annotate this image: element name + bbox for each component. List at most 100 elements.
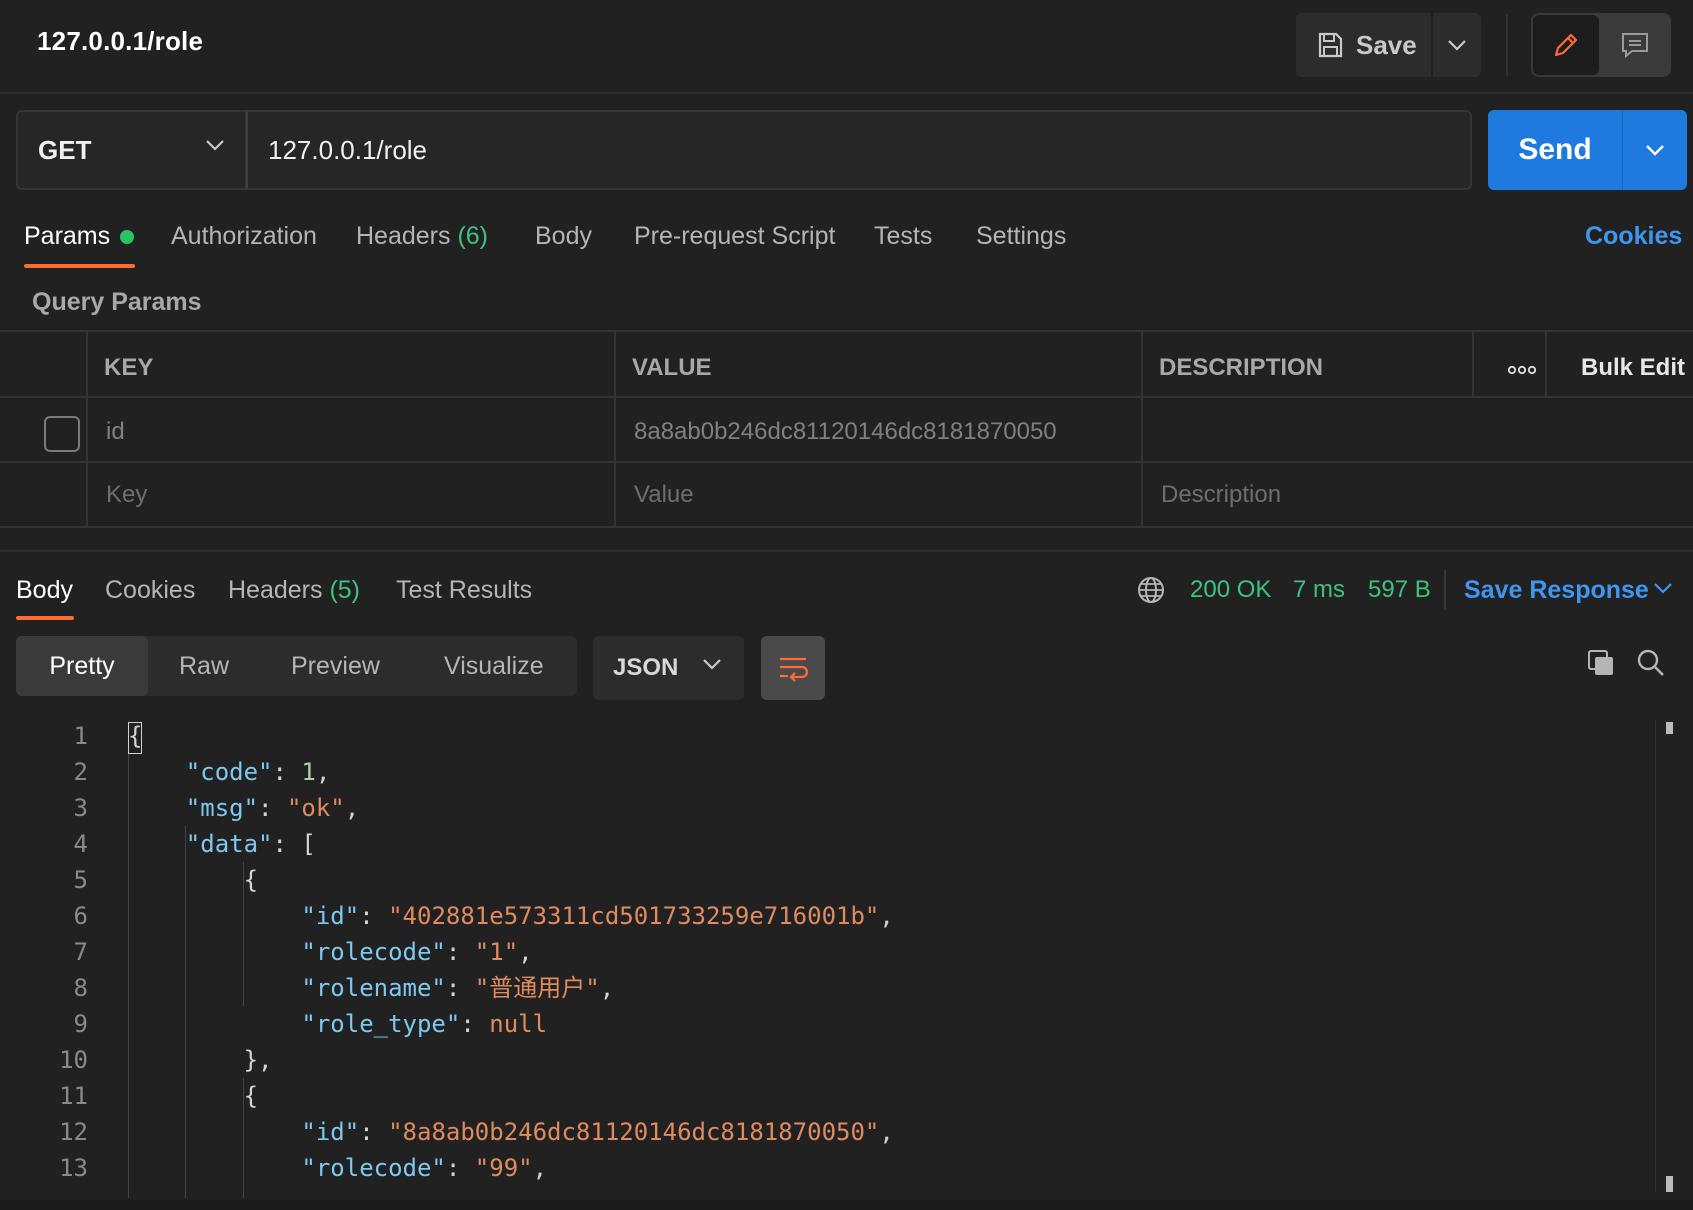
json-value-rolecode: "1": [474, 938, 519, 966]
table-header-border: [0, 396, 1693, 398]
response-tab-test-results[interactable]: Test Results: [396, 576, 532, 605]
comment-mode-button[interactable]: [1601, 15, 1669, 75]
scrollbar-marker: [1666, 1176, 1673, 1192]
code-line: 5 {: [0, 862, 1650, 898]
table-col-divider: [86, 330, 88, 527]
tab-pre-request-script[interactable]: Pre-request Script: [634, 222, 835, 251]
method-select[interactable]: GET: [16, 110, 247, 190]
code-line: 2 "code": 1,: [0, 754, 1650, 790]
method-label: GET: [38, 134, 92, 165]
tab-headers[interactable]: Headers (6): [356, 222, 488, 251]
chevron-down-icon[interactable]: [1653, 582, 1673, 594]
send-dropdown-button[interactable]: [1622, 110, 1687, 190]
line-number: 2: [73, 758, 88, 786]
save-label: Save: [1356, 29, 1417, 60]
table-bottom-border: [0, 526, 1693, 528]
new-description-input[interactable]: Description: [1161, 481, 1281, 509]
new-key-input[interactable]: Key: [106, 481, 147, 509]
scrollbar[interactable]: [1655, 720, 1673, 1192]
param-row-checkbox[interactable]: [44, 416, 80, 452]
send-label: Send: [1518, 133, 1592, 166]
tab-headers-label: Headers: [356, 222, 451, 250]
status-code[interactable]: 200 OK: [1190, 576, 1271, 604]
save-dropdown-button[interactable]: [1433, 13, 1481, 77]
chevron-down-icon: [205, 139, 225, 151]
column-header-value: VALUE: [632, 354, 712, 381]
send-button[interactable]: Send: [1488, 110, 1622, 190]
cookies-link[interactable]: Cookies: [1585, 222, 1682, 251]
save-icon: [1316, 31, 1344, 59]
view-mode-visualize[interactable]: Visualize: [444, 652, 544, 681]
code-line: 9 "role_type": null: [0, 1006, 1650, 1042]
tab-tests[interactable]: Tests: [874, 222, 932, 251]
copy-icon[interactable]: [1586, 648, 1616, 678]
save-response-button[interactable]: Save Response: [1464, 576, 1649, 605]
tab-authorization[interactable]: Authorization: [171, 222, 317, 251]
view-mode-pretty[interactable]: Pretty: [16, 636, 148, 696]
response-tab-cookies[interactable]: Cookies: [105, 576, 195, 605]
scrollbar-marker: [1666, 722, 1673, 734]
line-number: 8: [73, 974, 88, 1002]
table-top-border: [0, 330, 1693, 332]
column-header-key: KEY: [104, 354, 154, 381]
json-value-id: "402881e573311cd501733259e716001b": [388, 902, 880, 930]
globe-icon[interactable]: [1136, 575, 1166, 605]
code-line: 8 "rolename": "普通用户",: [0, 970, 1650, 1006]
line-number: 6: [73, 902, 88, 930]
response-tab-headers[interactable]: Headers (5): [228, 576, 360, 605]
tab-params-label: Params: [24, 222, 111, 250]
table-col-divider: [1472, 330, 1474, 397]
response-time[interactable]: 7 ms: [1293, 576, 1345, 604]
code-line: 10 },: [0, 1042, 1650, 1078]
header-separator: [0, 92, 1693, 94]
response-body-editor[interactable]: 1{ 2 "code": 1, 3 "msg": "ok", 4 "data":…: [0, 718, 1650, 1198]
wrap-lines-icon: [777, 654, 809, 682]
param-key-cell[interactable]: id: [106, 418, 125, 446]
format-label: JSON: [613, 654, 679, 681]
request-title[interactable]: 127.0.0.1/role: [37, 26, 203, 57]
save-button[interactable]: Save: [1296, 13, 1431, 77]
tab-body[interactable]: Body: [535, 222, 592, 251]
code-line: 13 "rolecode": "99",: [0, 1150, 1650, 1186]
comment-icon: [1620, 31, 1650, 59]
json-value-rolecode: "99": [474, 1154, 533, 1182]
table-col-divider: [1545, 330, 1547, 397]
chevron-down-icon: [1447, 39, 1467, 51]
line-number: 3: [73, 794, 88, 822]
code-line: 12 "id": "8a8ab0b246dc81120146dc81818700…: [0, 1114, 1650, 1150]
json-value-code: 1: [301, 758, 316, 786]
active-tab-indicator: [24, 264, 135, 268]
line-number: 5: [73, 866, 88, 894]
line-number: 9: [73, 1010, 88, 1038]
url-text: 127.0.0.1/role: [268, 134, 428, 165]
response-tab-headers-count: (5): [329, 576, 361, 604]
view-mode-raw[interactable]: Raw: [179, 652, 229, 681]
url-input[interactable]: 127.0.0.1/role: [246, 110, 1472, 190]
format-select[interactable]: JSON: [593, 636, 744, 700]
code-line: 11 {: [0, 1078, 1650, 1114]
status-divider: [1444, 570, 1446, 610]
wrap-lines-button[interactable]: [761, 636, 825, 700]
line-number: 10: [59, 1046, 88, 1074]
json-value-rolename: "普通用户": [474, 974, 600, 1002]
line-number: 12: [59, 1118, 88, 1146]
response-tab-body[interactable]: Body: [16, 576, 73, 605]
more-options-icon[interactable]: [1508, 364, 1536, 376]
param-value-cell[interactable]: 8a8ab0b246dc81120146dc8181870050: [634, 418, 1057, 446]
line-number: 4: [73, 830, 88, 858]
header-divider: [1506, 14, 1508, 76]
table-col-divider: [614, 330, 616, 527]
new-value-input[interactable]: Value: [634, 481, 694, 509]
edit-mode-button[interactable]: [1533, 15, 1599, 75]
tab-settings[interactable]: Settings: [976, 222, 1066, 251]
response-size[interactable]: 597 B: [1368, 576, 1431, 604]
view-mode-preview[interactable]: Preview: [291, 652, 380, 681]
search-icon[interactable]: [1636, 648, 1666, 678]
tab-headers-count: (6): [457, 222, 489, 250]
line-number: 13: [59, 1154, 88, 1182]
bulk-edit-button[interactable]: Bulk Edit: [1581, 354, 1685, 382]
tab-params[interactable]: Params: [24, 222, 135, 251]
table-col-divider: [1141, 330, 1143, 527]
json-value-id: "8a8ab0b246dc81120146dc8181870050": [388, 1118, 880, 1146]
query-params-title: Query Params: [32, 288, 202, 316]
